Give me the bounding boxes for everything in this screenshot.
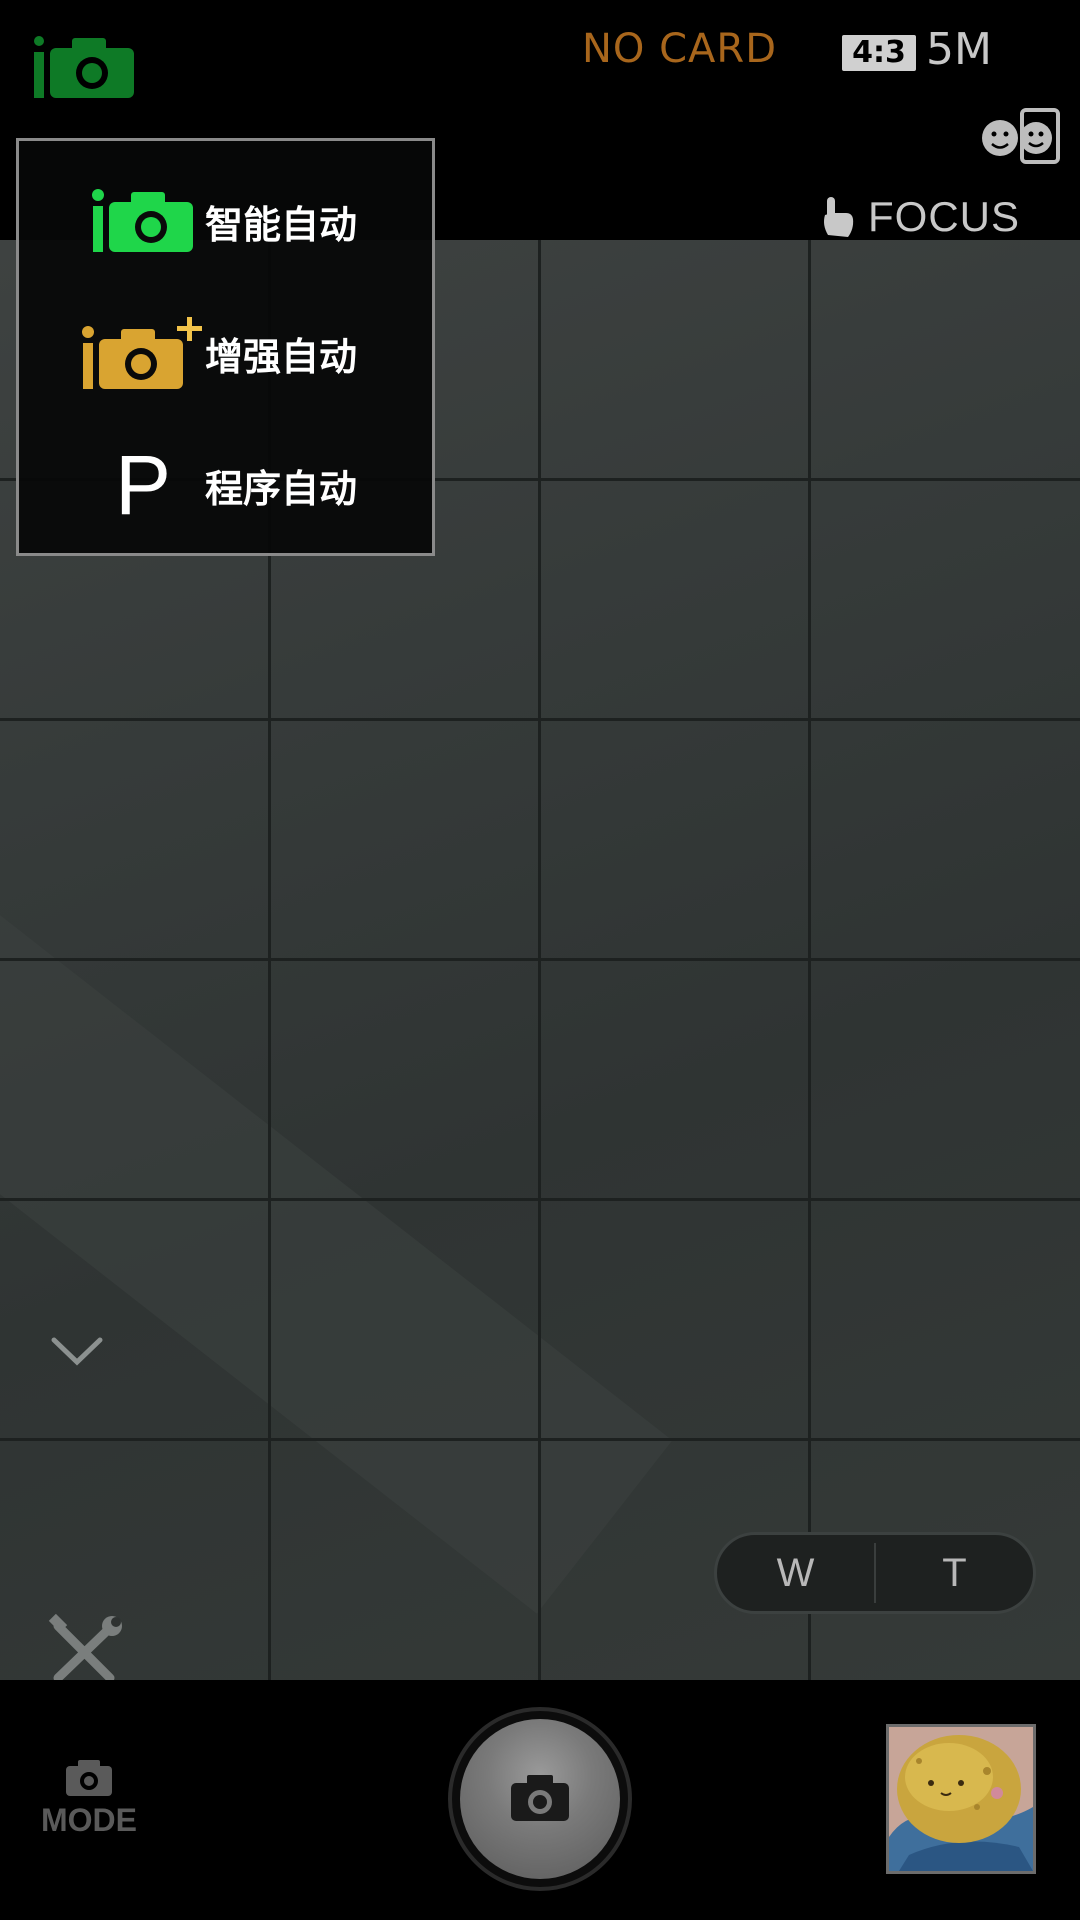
touch-focus-indicator[interactable]: FOCUS	[820, 190, 1020, 244]
zoom-tele-button[interactable]: T	[876, 1535, 1033, 1611]
mode-button-label: MODE	[41, 1802, 137, 1838]
grid-line	[0, 1198, 1080, 1201]
camera-icon	[66, 1760, 112, 1796]
card-status-text: NO CARD	[582, 26, 778, 72]
touch-hand-icon	[824, 197, 854, 237]
zoom-control: W T	[714, 1532, 1036, 1614]
focus-label: FOCUS	[868, 193, 1020, 240]
shutter-button[interactable]	[448, 1707, 632, 1891]
intelligent-auto-icon	[73, 176, 213, 266]
menu-item-label: 程序自动	[205, 466, 358, 511]
intelligent-auto-icon[interactable]	[32, 34, 136, 100]
mode-button[interactable]: MODE	[36, 1760, 142, 1850]
aspect-ratio-badge[interactable]: 4:3	[842, 35, 916, 71]
face-detection-icon[interactable]	[980, 104, 1062, 166]
menu-item-intelligent-auto-plus[interactable]: 增强自动	[19, 287, 432, 419]
bottom-control-bar: MODE	[0, 1680, 1080, 1920]
grid-line	[0, 718, 1080, 721]
zoom-wide-button[interactable]: W	[717, 1535, 874, 1611]
grid-line	[0, 1438, 1080, 1441]
menu-item-label: 智能自动	[205, 202, 358, 247]
camera-app: NO CARD 4:3 5M FOCUS W T 智能自动 增强自动 P 程序自…	[0, 0, 1080, 1920]
resolution-label[interactable]: 5M	[926, 24, 992, 75]
program-p-icon: P	[114, 438, 172, 532]
chevron-down-icon[interactable]	[48, 1330, 106, 1370]
intelligent-auto-plus-icon	[73, 308, 213, 398]
last-photo-thumbnail[interactable]	[886, 1724, 1036, 1874]
menu-item-intelligent-auto[interactable]: 智能自动	[19, 155, 432, 287]
grid-line	[0, 958, 1080, 961]
camera-icon	[511, 1775, 569, 1821]
menu-item-program-auto[interactable]: P 程序自动	[19, 419, 432, 551]
menu-item-label: 增强自动	[205, 334, 358, 379]
shooting-mode-menu: 智能自动 增强自动 P 程序自动	[16, 138, 435, 556]
wrench-screwdriver-icon[interactable]	[46, 1613, 124, 1688]
